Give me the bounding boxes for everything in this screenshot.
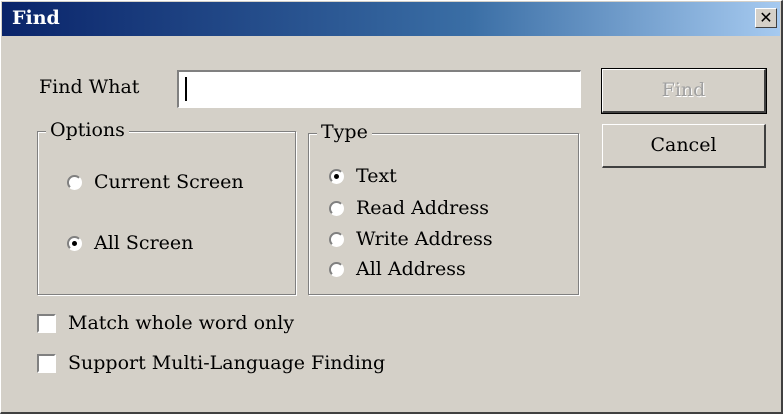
find-what-label: Find What	[39, 76, 140, 98]
radio-label: All Address	[356, 258, 466, 280]
radio-label: Write Address	[356, 228, 493, 250]
text-caret	[185, 77, 187, 101]
checkbox-label: Match whole word only	[68, 312, 295, 334]
find-what-input[interactable]	[177, 70, 581, 108]
find-dialog: Find ✕ Find What Find Cancel Options Cur…	[0, 0, 783, 414]
cancel-button[interactable]: Cancel	[602, 124, 766, 168]
title-bar[interactable]: Find ✕	[2, 2, 780, 36]
radio-label: Current Screen	[94, 171, 244, 193]
type-legend: Type	[317, 121, 372, 143]
checkbox-icon	[37, 313, 56, 333]
radio-button-selected-icon	[67, 235, 82, 251]
options-legend: Options	[46, 119, 129, 141]
radio-current-screen[interactable]: Current Screen	[67, 171, 244, 193]
options-groupbox: Options	[37, 119, 296, 295]
radio-label: All Screen	[94, 232, 194, 254]
radio-button-icon	[329, 231, 344, 247]
radio-write-address[interactable]: Write Address	[329, 228, 493, 250]
close-icon: ✕	[759, 8, 773, 27]
find-button[interactable]: Find	[601, 68, 767, 114]
radio-button-icon	[67, 174, 82, 190]
radio-label: Text	[356, 165, 397, 187]
radio-read-address[interactable]: Read Address	[329, 197, 489, 219]
checkbox-label: Support Multi-Language Finding	[68, 352, 386, 374]
radio-text[interactable]: Text	[329, 165, 397, 187]
radio-label: Read Address	[356, 197, 489, 219]
window-title: Find	[12, 7, 60, 29]
close-button[interactable]: ✕	[755, 8, 777, 28]
radio-button-icon	[329, 261, 344, 277]
radio-button-icon	[329, 200, 344, 216]
checkbox-icon	[37, 353, 56, 373]
radio-button-selected-icon	[329, 168, 344, 184]
checkbox-multi-language[interactable]: Support Multi-Language Finding	[37, 352, 385, 374]
radio-all-screen[interactable]: All Screen	[67, 232, 193, 254]
radio-all-address[interactable]: All Address	[329, 258, 466, 280]
checkbox-match-whole-word[interactable]: Match whole word only	[37, 312, 294, 334]
